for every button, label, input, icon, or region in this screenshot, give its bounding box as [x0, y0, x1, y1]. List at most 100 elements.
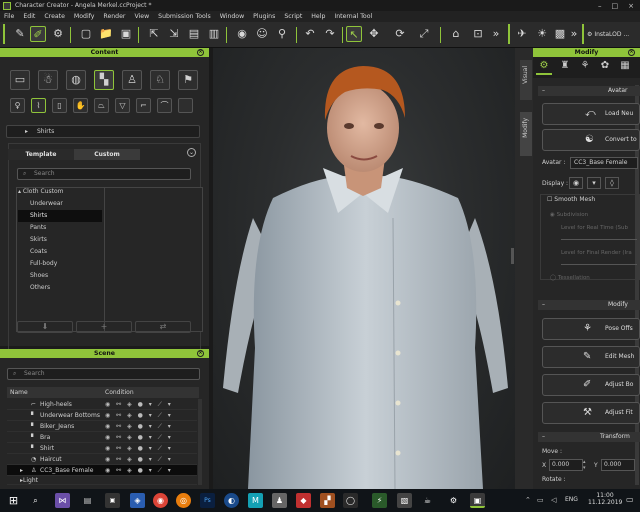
taskbar-search-icon[interactable]: ⌕ [28, 493, 43, 508]
move-x-field[interactable]: 0.000 [549, 459, 583, 471]
replace-button[interactable]: ⇄ [135, 321, 191, 333]
avatar-select[interactable]: CC3_Base Female [570, 157, 638, 169]
tree-item-full-body[interactable]: Full-body [18, 258, 102, 270]
new-project-icon[interactable]: ▢ [78, 26, 94, 42]
project-icon[interactable]: ▭ [10, 70, 30, 90]
menu-create[interactable]: Create [44, 13, 65, 20]
app-icon-8[interactable]: ☕ [420, 493, 435, 508]
expand-icon[interactable]: ▸ [20, 465, 23, 476]
pants-icon[interactable]: ▯ [52, 98, 67, 113]
app-icon-7[interactable]: ▧ [397, 493, 412, 508]
condition-icons[interactable]: ◉ ⚯ ◈ ● ▾ ⟋ ▾ [105, 443, 173, 454]
table-row[interactable]: ▘ Biker_Jeans ◉ ⚯ ◈ ● ▾ ⟋ ▾ [7, 421, 197, 432]
display-mesh-icon[interactable]: ◊ [605, 177, 619, 189]
minimize-button[interactable]: – [598, 2, 602, 10]
avatar-section-header[interactable]: – Avatar [538, 86, 640, 96]
maya-icon[interactable]: M [248, 493, 263, 508]
menu-file[interactable]: File [4, 13, 14, 20]
accessory-icon[interactable]: ⚑ [178, 70, 198, 90]
export-icon[interactable]: ⇲ [166, 26, 182, 42]
scene-close-icon[interactable]: × [197, 350, 204, 357]
save-icon[interactable]: ▣ [118, 26, 134, 42]
table-row[interactable]: ◔ Haircut ◉ ⚯ ◈ ● ▾ ⟋ ▾ [7, 454, 197, 465]
tree-item-underwear[interactable]: Underwear [18, 198, 102, 210]
import-icon[interactable]: ⇱ [146, 26, 162, 42]
app-icon-2[interactable]: ◐ [224, 493, 239, 508]
morph-mode-icon[interactable]: ✐ [30, 26, 46, 42]
morph-icon[interactable]: ♙ [122, 70, 142, 90]
toolbar-overflow-icon[interactable]: » [488, 26, 504, 42]
table-row[interactable]: ⌐ High-heels ◉ ⚯ ◈ ● ▾ ⟋ ▾ [7, 399, 197, 410]
content-search-input[interactable]: ⌕ Search [17, 168, 191, 180]
tree-item-shoes[interactable]: Shoes [18, 270, 102, 282]
motion-icon[interactable]: ♘ [150, 70, 170, 90]
menu-plugins[interactable]: Plugins [253, 13, 275, 20]
scene-mode-icon[interactable]: ⚙ [50, 26, 66, 42]
display-clothed-icon[interactable]: ▾ [587, 177, 601, 189]
table-row[interactable]: ▘ Bra ◉ ⚯ ◈ ● ▾ ⟋ ▾ [7, 432, 197, 443]
blender-icon[interactable]: ◎ [176, 493, 191, 508]
morph-tab-icon[interactable]: ⚘ [577, 60, 593, 75]
attributes-tab-icon[interactable]: ⚙ [536, 60, 552, 75]
settings-icon[interactable]: ⚙ [446, 493, 461, 508]
zoom-extent-icon[interactable]: ⊡ [470, 26, 486, 42]
visual-studio-icon[interactable]: ⋈ [55, 493, 70, 508]
character-creator-icon[interactable]: ▣ [470, 493, 485, 508]
close-button[interactable]: × [628, 2, 634, 10]
menu-help[interactable]: Help [311, 13, 325, 20]
app-icon-6[interactable]: ⚡ [372, 493, 387, 508]
smooth-mesh-checkbox[interactable]: ☐ Smooth Mesh [547, 196, 595, 203]
app-icon-5[interactable]: ▞ [320, 493, 335, 508]
app-icon-1[interactable]: ▣ [105, 493, 120, 508]
level-final-slider[interactable] [561, 264, 637, 265]
load-neutral-button[interactable]: ⤺ Load Neu [542, 103, 640, 125]
tray-up-icon[interactable]: ⌃ [525, 496, 531, 504]
photoshop-icon[interactable]: Ps [200, 493, 215, 508]
language-indicator[interactable]: ENG [565, 496, 578, 503]
display-eye-icon[interactable]: ◉ [569, 177, 583, 189]
viewport-scrollbar[interactable] [511, 248, 514, 264]
light-icon[interactable]: ☀ [534, 26, 550, 42]
tab-custom[interactable]: Custom [74, 149, 140, 160]
pose-offset-button[interactable]: ⚘ Pose Offs [542, 318, 640, 340]
convert-button[interactable]: ☯ Convert to [542, 129, 640, 151]
add-button[interactable]: + [76, 321, 132, 333]
shirt-icon[interactable]: ⌇ [31, 98, 46, 113]
move-y-field[interactable]: 0.000 [601, 459, 635, 471]
table-row[interactable]: ▘ Shirt ◉ ⚯ ◈ ● ▾ ⟋ ▾ [7, 443, 197, 454]
menu-submission-tools[interactable]: Submission Tools [158, 13, 211, 20]
adjust-bones-button[interactable]: ✐ Adjust Bo [542, 374, 640, 396]
column-condition[interactable]: Condition [105, 387, 134, 398]
app-icon-4[interactable]: ◆ [296, 493, 311, 508]
edit-mesh-button[interactable]: ✎ Edit Mesh [542, 346, 640, 368]
tray-network-icon[interactable]: ▭ [537, 496, 544, 504]
tab-template[interactable]: Template [8, 149, 74, 160]
transform-section-header[interactable]: – Transform [538, 432, 640, 442]
condition-icons[interactable]: ◉ ⚯ ◈ ● ▾ ⟋ ▾ [105, 432, 173, 443]
tray-volume-icon[interactable]: ◁ [551, 496, 556, 504]
3d-viewport[interactable] [213, 48, 515, 489]
level-realtime-slider[interactable] [561, 239, 637, 240]
clothing-icon[interactable]: ▚ [94, 70, 114, 90]
table-row[interactable]: ▸ ♙ CC3_Base Female ◉ ⚯ ◈ ● ▾ ⟋ ▾ [7, 465, 197, 476]
instalod-button[interactable]: ⚙ InstaLOD ... [587, 29, 637, 41]
condition-icons[interactable]: ◉ ⚯ ◈ ● ▾ ⟋ ▾ [105, 465, 173, 476]
condition-icons[interactable]: ◉ ⚯ ◈ ● ▾ ⟋ ▾ [105, 399, 173, 410]
redo-icon[interactable]: ↷ [322, 26, 338, 42]
camera-icon[interactable]: ◉ [234, 26, 250, 42]
column-name[interactable]: Name [10, 387, 28, 398]
character-icon[interactable]: ☃ [38, 70, 58, 90]
empty-slot-icon[interactable] [178, 98, 193, 113]
menu-modify[interactable]: Modify [74, 13, 95, 20]
unity-icon[interactable]: ◈ [130, 493, 145, 508]
condition-icons[interactable]: ◉ ⚯ ◈ ● ▾ ⟋ ▾ [105, 410, 173, 421]
texture-tab-icon[interactable]: ▦ [617, 60, 633, 75]
preview-icon[interactable]: ▤ [186, 26, 202, 42]
tree-item-skirts[interactable]: Skirts [18, 234, 102, 246]
side-tab-modify[interactable]: Modify [520, 112, 532, 156]
panel-close-icon[interactable]: × [197, 49, 204, 56]
rotate-icon[interactable]: ⟳ [392, 26, 408, 42]
condition-icons[interactable]: ◉ ⚯ ◈ ● ▾ ⟋ ▾ [105, 454, 173, 465]
left-splitter[interactable] [209, 48, 213, 489]
tree-item-others[interactable]: Others [18, 282, 102, 294]
